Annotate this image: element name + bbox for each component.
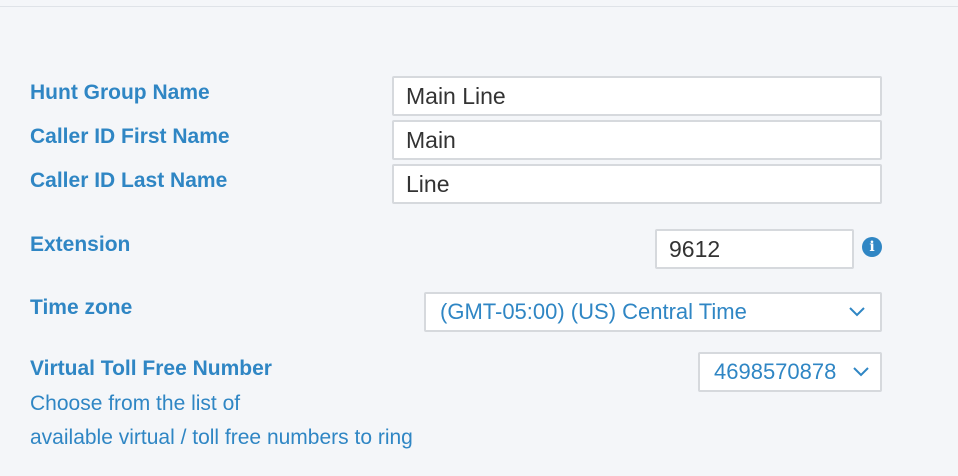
info-circle-icon[interactable]: i — [862, 237, 882, 257]
caller-id-first-name-label: Caller ID First Name — [30, 125, 230, 148]
time-zone-label: Time zone — [30, 296, 133, 319]
virtual-toll-free-number-select[interactable]: 4698570878 — [698, 352, 882, 392]
extension-input[interactable] — [655, 229, 854, 269]
hunt-group-name-input[interactable] — [392, 76, 882, 116]
chevron-down-icon — [848, 303, 866, 321]
virtual-toll-free-help-line-1: Choose from the list of — [30, 392, 241, 415]
caller-id-last-name-label: Caller ID Last Name — [30, 169, 228, 192]
virtual-toll-free-number-label: Virtual Toll Free Number — [30, 357, 272, 380]
extension-label: Extension — [30, 233, 131, 256]
time-zone-select[interactable]: (GMT-05:00) (US) Central Time — [424, 292, 882, 332]
hunt-group-name-label: Hunt Group Name — [30, 81, 210, 104]
hunt-group-form: Hunt Group Name Caller ID First Name Cal… — [0, 0, 958, 476]
caller-id-first-name-input[interactable] — [392, 120, 882, 160]
chevron-down-icon — [852, 363, 870, 381]
time-zone-selected-value: (GMT-05:00) (US) Central Time — [440, 299, 747, 324]
virtual-toll-free-selected-value: 4698570878 — [714, 359, 837, 384]
virtual-toll-free-help-line-2: available virtual / toll free numbers to… — [30, 426, 413, 449]
caller-id-last-name-input[interactable] — [392, 164, 882, 204]
